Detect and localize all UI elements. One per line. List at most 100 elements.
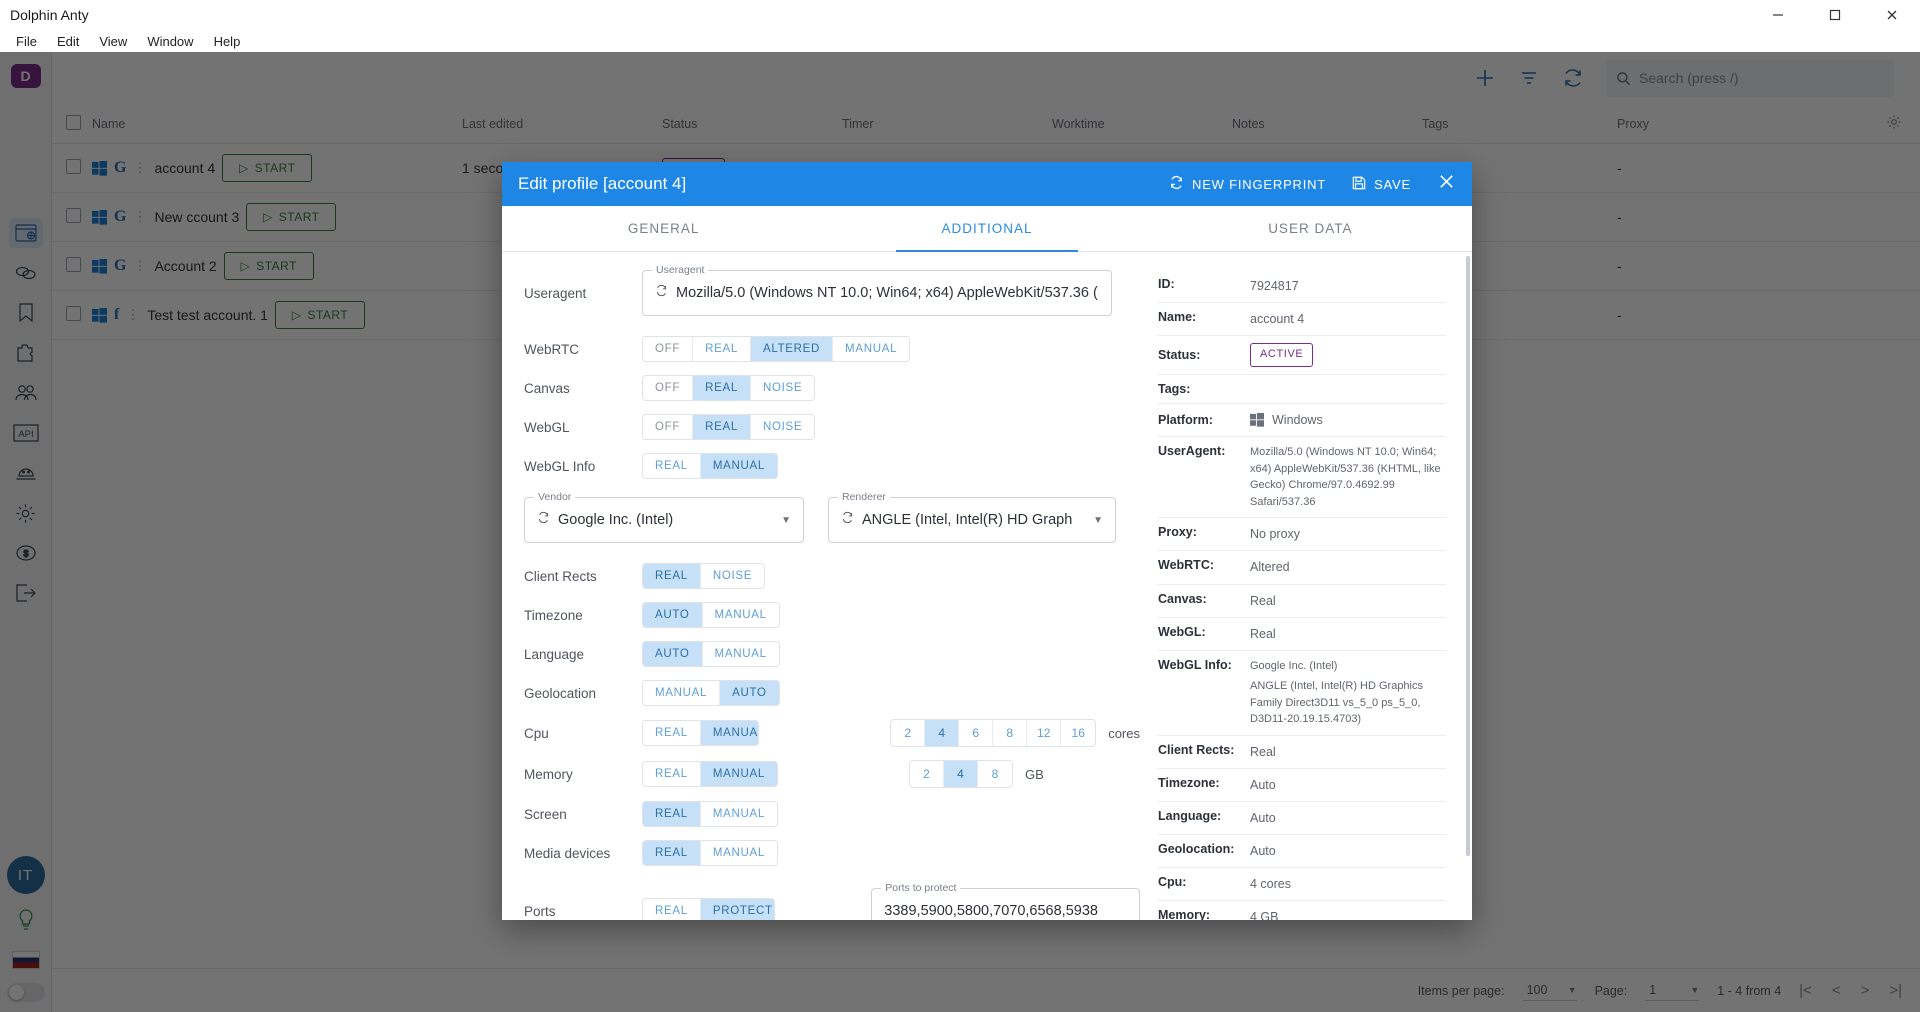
- webgl-info-option-real[interactable]: REAL: [643, 454, 701, 478]
- cpu-cores-2[interactable]: 2: [891, 720, 925, 746]
- timezone-option-auto[interactable]: AUTO: [643, 603, 703, 627]
- canvas-option-off[interactable]: OFF: [643, 376, 693, 400]
- info-key: Memory:: [1158, 908, 1250, 920]
- vendor-select[interactable]: Vendor Google Inc. (Intel) ▼: [524, 497, 804, 543]
- ports-segmented[interactable]: REAL PROTECT: [642, 898, 775, 920]
- ports-option-real[interactable]: REAL: [643, 899, 701, 920]
- webrtc-option-off[interactable]: OFF: [643, 337, 693, 361]
- info-value: Auto: [1250, 842, 1446, 860]
- memory-option-real[interactable]: REAL: [643, 762, 701, 786]
- memory-segmented[interactable]: REAL MANUAL: [642, 761, 778, 787]
- useragent-input[interactable]: Useragent Mozilla/5.0 (Windows NT 10.0; …: [642, 270, 1112, 316]
- refresh-icon[interactable]: [841, 511, 854, 529]
- cpu-cores-4[interactable]: 4: [925, 720, 959, 746]
- canvas-option-real[interactable]: REAL: [693, 376, 751, 400]
- tab-additional[interactable]: ADDITIONAL: [825, 206, 1148, 251]
- minimize-button[interactable]: [1749, 0, 1806, 30]
- geolocation-option-manual[interactable]: MANUAL: [643, 681, 720, 705]
- webrtc-option-altered[interactable]: ALTERED: [751, 337, 833, 361]
- screen-option-real[interactable]: REAL: [643, 802, 701, 826]
- timezone-option-manual[interactable]: MANUAL: [703, 603, 779, 627]
- ports-to-protect-input[interactable]: Ports to protect 3389,5900,5800,7070,656…: [871, 888, 1140, 920]
- media-devices-option-manual[interactable]: MANUAL: [701, 841, 777, 865]
- cpu-cores-12[interactable]: 12: [1027, 720, 1061, 746]
- tab-user-data[interactable]: USER DATA: [1149, 206, 1472, 251]
- memory-option-manual[interactable]: MANUAL: [701, 762, 777, 786]
- language-segmented[interactable]: AUTO MANUAL: [642, 641, 780, 667]
- ports-option-protect[interactable]: PROTECT: [701, 899, 775, 920]
- menu-item-help[interactable]: Help: [204, 32, 251, 51]
- media-devices-segmented[interactable]: REAL MANUAL: [642, 840, 778, 866]
- cpu-option-manual[interactable]: MANUAL: [701, 721, 759, 745]
- webgl-option-real[interactable]: REAL: [693, 415, 751, 439]
- cpu-segmented[interactable]: REAL MANUAL: [642, 720, 759, 746]
- client-rects-segmented[interactable]: REAL NOISE: [642, 563, 765, 589]
- language-option-manual[interactable]: MANUAL: [703, 642, 779, 666]
- tab-general[interactable]: GENERAL: [502, 206, 825, 251]
- info-key: Cpu:: [1158, 875, 1250, 889]
- info-key: WebGL:: [1158, 625, 1250, 639]
- refresh-icon[interactable]: [655, 284, 668, 302]
- info-row: Client Rects:Real: [1158, 736, 1446, 769]
- webgl-info-option-manual[interactable]: MANUAL: [701, 454, 777, 478]
- menu-item-file[interactable]: File: [6, 32, 47, 51]
- renderer-select[interactable]: Renderer ANGLE (Intel, Intel(R) HD Graph…: [828, 497, 1116, 543]
- timezone-segmented[interactable]: AUTO MANUAL: [642, 602, 780, 628]
- webgl-info-segmented[interactable]: REAL MANUAL: [642, 453, 778, 479]
- canvas-label: Canvas: [524, 381, 642, 396]
- screen-row: Screen REAL MANUAL: [524, 801, 1140, 827]
- cpu-cores-8[interactable]: 8: [993, 720, 1027, 746]
- webrtc-option-manual[interactable]: MANUAL: [833, 337, 909, 361]
- maximize-button[interactable]: [1806, 0, 1863, 30]
- cpu-cores-16[interactable]: 16: [1061, 720, 1095, 746]
- webgl-option-noise[interactable]: NOISE: [751, 415, 814, 439]
- cpu-cores-6[interactable]: 6: [959, 720, 993, 746]
- chevron-down-icon[interactable]: ▼: [1093, 515, 1103, 526]
- screen-label: Screen: [524, 807, 642, 822]
- close-button[interactable]: [1863, 0, 1920, 30]
- dialog-tabs: GENERAL ADDITIONAL USER DATA: [502, 206, 1472, 252]
- menu-item-window[interactable]: Window: [137, 32, 203, 51]
- memory-size-4[interactable]: 4: [944, 761, 978, 787]
- client-rects-option-real[interactable]: REAL: [643, 564, 701, 588]
- media-devices-option-real[interactable]: REAL: [643, 841, 701, 865]
- webrtc-option-real[interactable]: REAL: [693, 337, 751, 361]
- screen-segmented[interactable]: REAL MANUAL: [642, 801, 778, 827]
- cpu-cores-selector[interactable]: 2 4 6 8 12 16: [890, 719, 1096, 747]
- vendor-legend: Vendor: [534, 491, 575, 503]
- language-option-auto[interactable]: AUTO: [643, 642, 703, 666]
- close-icon[interactable]: [1437, 172, 1456, 196]
- info-row: Geolocation:Auto: [1158, 835, 1446, 868]
- screen-option-manual[interactable]: MANUAL: [701, 802, 777, 826]
- geolocation-label: Geolocation: [524, 686, 642, 701]
- chevron-down-icon[interactable]: ▼: [781, 515, 791, 526]
- webgl-option-off[interactable]: OFF: [643, 415, 693, 439]
- save-button[interactable]: SAVE: [1352, 176, 1411, 193]
- webgl-segmented[interactable]: OFF REAL NOISE: [642, 414, 815, 440]
- cpu-option-real[interactable]: REAL: [643, 721, 701, 745]
- menu-item-edit[interactable]: Edit: [47, 32, 89, 51]
- client-rects-option-noise[interactable]: NOISE: [701, 564, 764, 588]
- cpu-unit-label: cores: [1108, 726, 1140, 741]
- webrtc-segmented[interactable]: OFF REAL ALTERED MANUAL: [642, 336, 910, 362]
- dialog-title: Edit profile [account 4]: [518, 174, 686, 194]
- memory-size-8[interactable]: 8: [978, 761, 1012, 787]
- info-row: WebGL Info:Google Inc. (Intel)ANGLE (Int…: [1158, 651, 1446, 736]
- info-row: Name:account 4: [1158, 303, 1446, 336]
- refresh-icon[interactable]: [537, 511, 550, 529]
- menu-item-view[interactable]: View: [89, 32, 137, 51]
- dialog-scrollbar[interactable]: [1466, 256, 1470, 856]
- canvas-option-noise[interactable]: NOISE: [751, 376, 814, 400]
- info-row: Status:ACTIVE: [1158, 336, 1446, 375]
- new-fingerprint-button[interactable]: NEW FINGERPRINT: [1169, 175, 1326, 193]
- memory-size-2[interactable]: 2: [910, 761, 944, 787]
- info-row: WebRTC:Altered: [1158, 551, 1446, 584]
- useragent-row: Useragent Useragent Mozilla/5.0 (Windows…: [524, 270, 1140, 316]
- info-row: WebGL:Real: [1158, 618, 1446, 651]
- geolocation-option-auto[interactable]: AUTO: [720, 681, 779, 705]
- info-key: Tags:: [1158, 382, 1250, 396]
- info-row: Tags:: [1158, 375, 1446, 404]
- geolocation-segmented[interactable]: MANUAL AUTO: [642, 680, 780, 706]
- canvas-segmented[interactable]: OFF REAL NOISE: [642, 375, 815, 401]
- memory-size-selector[interactable]: 2 4 8: [909, 760, 1013, 788]
